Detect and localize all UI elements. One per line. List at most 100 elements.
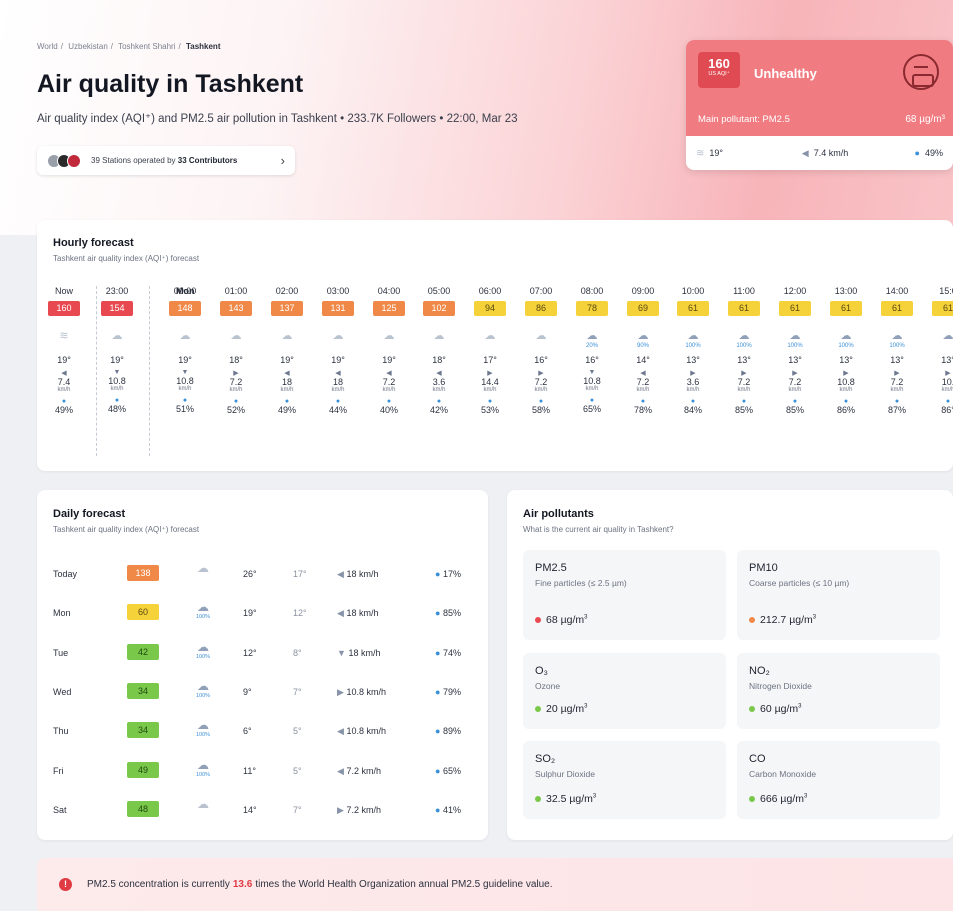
- hour-time: 02:00: [275, 286, 299, 296]
- rain-cloud-icon: ☁: [586, 330, 598, 342]
- pollutant-item[interactable]: CO Carbon Monoxide 666 µg/m3: [737, 741, 940, 819]
- day-rain-chance: 100%: [195, 692, 211, 699]
- day-max-temp: 26°: [243, 569, 257, 579]
- day-aqi-chip: 34: [127, 722, 159, 739]
- breadcrumb-separator: /: [60, 42, 63, 51]
- hour-rain-chance: [42, 343, 86, 353]
- rain-cloud-icon: ☁ 100%: [191, 600, 215, 620]
- hour-wind: 7.2: [229, 377, 243, 387]
- hour-temp: 13°: [686, 355, 700, 365]
- hour-humidity: 85%: [785, 405, 804, 415]
- wind-arrow-icon: ◀: [436, 370, 442, 377]
- daily-row: Fri 49 ☁ 100% 11° 5° ◀ 7.2 km/h ● 65%: [53, 758, 477, 782]
- cloud-icon: ☁: [383, 330, 395, 342]
- hour-humidity: 85%: [734, 405, 753, 415]
- hour-time: 11:00: [733, 286, 755, 296]
- pollutant-concentration: 32.5 µg/m: [546, 793, 593, 805]
- daily-title: Daily forecast: [53, 508, 126, 520]
- alert-text-post: times the World Health Organization annu…: [255, 879, 553, 890]
- day-wind: ◀ 10.8 km/h: [337, 726, 386, 737]
- hour-wind-unit: km/h: [331, 387, 345, 393]
- stations-button[interactable]: 39 Stations operated by 33 Contributors …: [37, 146, 295, 175]
- hour-wind: 18: [281, 377, 292, 387]
- hour-time: 01:00: [224, 286, 248, 296]
- hour-humidity: 49%: [54, 405, 73, 415]
- pollutant-item[interactable]: PM2.5 Fine particles (≤ 2.5 µm) 68 µg/m3: [523, 550, 726, 640]
- hour-humidity: 86°: [941, 405, 953, 415]
- humidity-icon: ●: [233, 398, 239, 405]
- hourly-item: 09:00 69 ☁ 90% 14° ◀ 7.2 km/h ● 78%: [621, 286, 665, 415]
- rain-cloud-icon: ☁: [738, 330, 750, 342]
- day-humidity: ● 17%: [435, 569, 461, 579]
- wind-arrow-icon: ▼: [181, 369, 189, 376]
- hour-temp: 19°: [382, 355, 396, 365]
- humidity-icon: ●: [435, 765, 441, 776]
- humidity-icon: ●: [284, 398, 290, 405]
- pollutant-description: Fine particles (≤ 2.5 µm): [535, 578, 627, 588]
- day-min-temp: 17°: [293, 569, 307, 579]
- hour-time: 23:00: [105, 286, 129, 296]
- wind-arrow-icon: ◀: [337, 569, 344, 579]
- pollutant-name: CO: [749, 753, 766, 765]
- day-humidity: ● 65%: [435, 766, 461, 776]
- humidity-icon: ●: [114, 397, 120, 404]
- pollutant-item[interactable]: O₃ Ozone 20 µg/m3: [523, 653, 726, 729]
- unit-exponent: 3: [798, 703, 802, 710]
- current-weather: ≋ 19° ◀ 7.4 km/h ● 49%: [686, 136, 953, 170]
- hour-wind-unit: km/h: [57, 387, 71, 393]
- hourly-item: 07:00 86 ☁ 16° ▶ 7.2 km/h ● 58%: [519, 286, 563, 415]
- hour-temp: 19°: [110, 355, 124, 365]
- pollutants-title: Air pollutants: [523, 508, 594, 520]
- haze-icon: ≋: [59, 330, 69, 342]
- hour-humidity: 65%: [582, 404, 601, 414]
- hourly-item: 02:00 137 ☁ 19° ◀ 18 km/h ● 49%: [265, 286, 309, 415]
- pollutant-value: 32.5 µg/m3: [535, 793, 596, 805]
- hour-wind: 3.6: [432, 377, 446, 387]
- pollutant-item[interactable]: NO₂ Nitrogen Dioxide 60 µg/m3: [737, 653, 940, 729]
- hourly-item: 11:00 61 ☁ 100% 13° ▶ 7.2 km/h ● 85%: [722, 286, 766, 415]
- pollutant-value: 20 µg/m3: [535, 703, 588, 715]
- unit-exponent: 3: [804, 793, 808, 800]
- breadcrumb-country[interactable]: Uzbekistan: [68, 42, 108, 51]
- hour-wind-unit: km/h: [839, 387, 853, 393]
- wind-arrow-icon: ◀: [337, 726, 344, 737]
- humidity-icon: ●: [741, 398, 747, 405]
- day-wind: ◀ 7.2 km/h: [337, 766, 381, 777]
- pollutant-name: PM2.5: [535, 562, 567, 574]
- chevron-right-icon: ›: [280, 153, 285, 168]
- breadcrumb-world[interactable]: World: [37, 42, 58, 51]
- hour-wind-unit: km/h: [585, 386, 599, 392]
- daily-forecast-card: Daily forecast Tashkent air quality inde…: [37, 490, 488, 840]
- day-wind-speed: 7.2 km/h: [346, 765, 381, 776]
- humidity-icon: ●: [914, 148, 920, 158]
- hour-wind: 7.2: [534, 377, 548, 387]
- rain-cloud-icon: ☁ 100%: [191, 640, 215, 660]
- day-max-temp: 12°: [243, 647, 257, 658]
- cloud-icon: ☁: [332, 330, 344, 342]
- pollutant-item[interactable]: PM10 Coarse particles (≤ 10 µm) 212.7 µg/m…: [737, 550, 940, 640]
- status-dot-icon: [749, 617, 755, 623]
- alert-icon: !: [59, 878, 72, 891]
- day-max-temp: 9°: [243, 686, 252, 697]
- pollutant-concentration: 20 µg/m: [546, 703, 585, 715]
- pollutant-description: Ozone: [535, 681, 561, 691]
- wind-arrow-icon: ▼: [588, 369, 596, 376]
- hour-time: 07:00: [529, 286, 553, 296]
- day-name: Thu: [53, 726, 69, 737]
- wind-arrow-icon: ▼: [113, 369, 121, 376]
- hour-wind-unit: km/h: [280, 387, 294, 393]
- hour-rain-chance: [926, 343, 953, 353]
- hour-wind: 14.4: [481, 377, 499, 387]
- hour-wind-unit: km/h: [534, 387, 548, 393]
- breadcrumb-region[interactable]: Toshkent Shahri: [118, 42, 175, 51]
- avatar: [67, 153, 81, 168]
- hour-rain-chance: [417, 343, 461, 353]
- day-humidity-value: 79%: [442, 686, 461, 697]
- hour-temp: 18°: [229, 355, 243, 365]
- hour-wind-unit: km/h: [686, 387, 700, 393]
- day-humidity-value: 41%: [442, 804, 461, 815]
- day-humidity-value: 17%: [442, 569, 461, 579]
- day-name: Mon: [53, 608, 71, 619]
- hourly-subtitle: Tashkent air quality index (AQI⁺) foreca…: [53, 254, 200, 263]
- pollutant-item[interactable]: SO₂ Sulphur Dioxide 32.5 µg/m3: [523, 741, 726, 819]
